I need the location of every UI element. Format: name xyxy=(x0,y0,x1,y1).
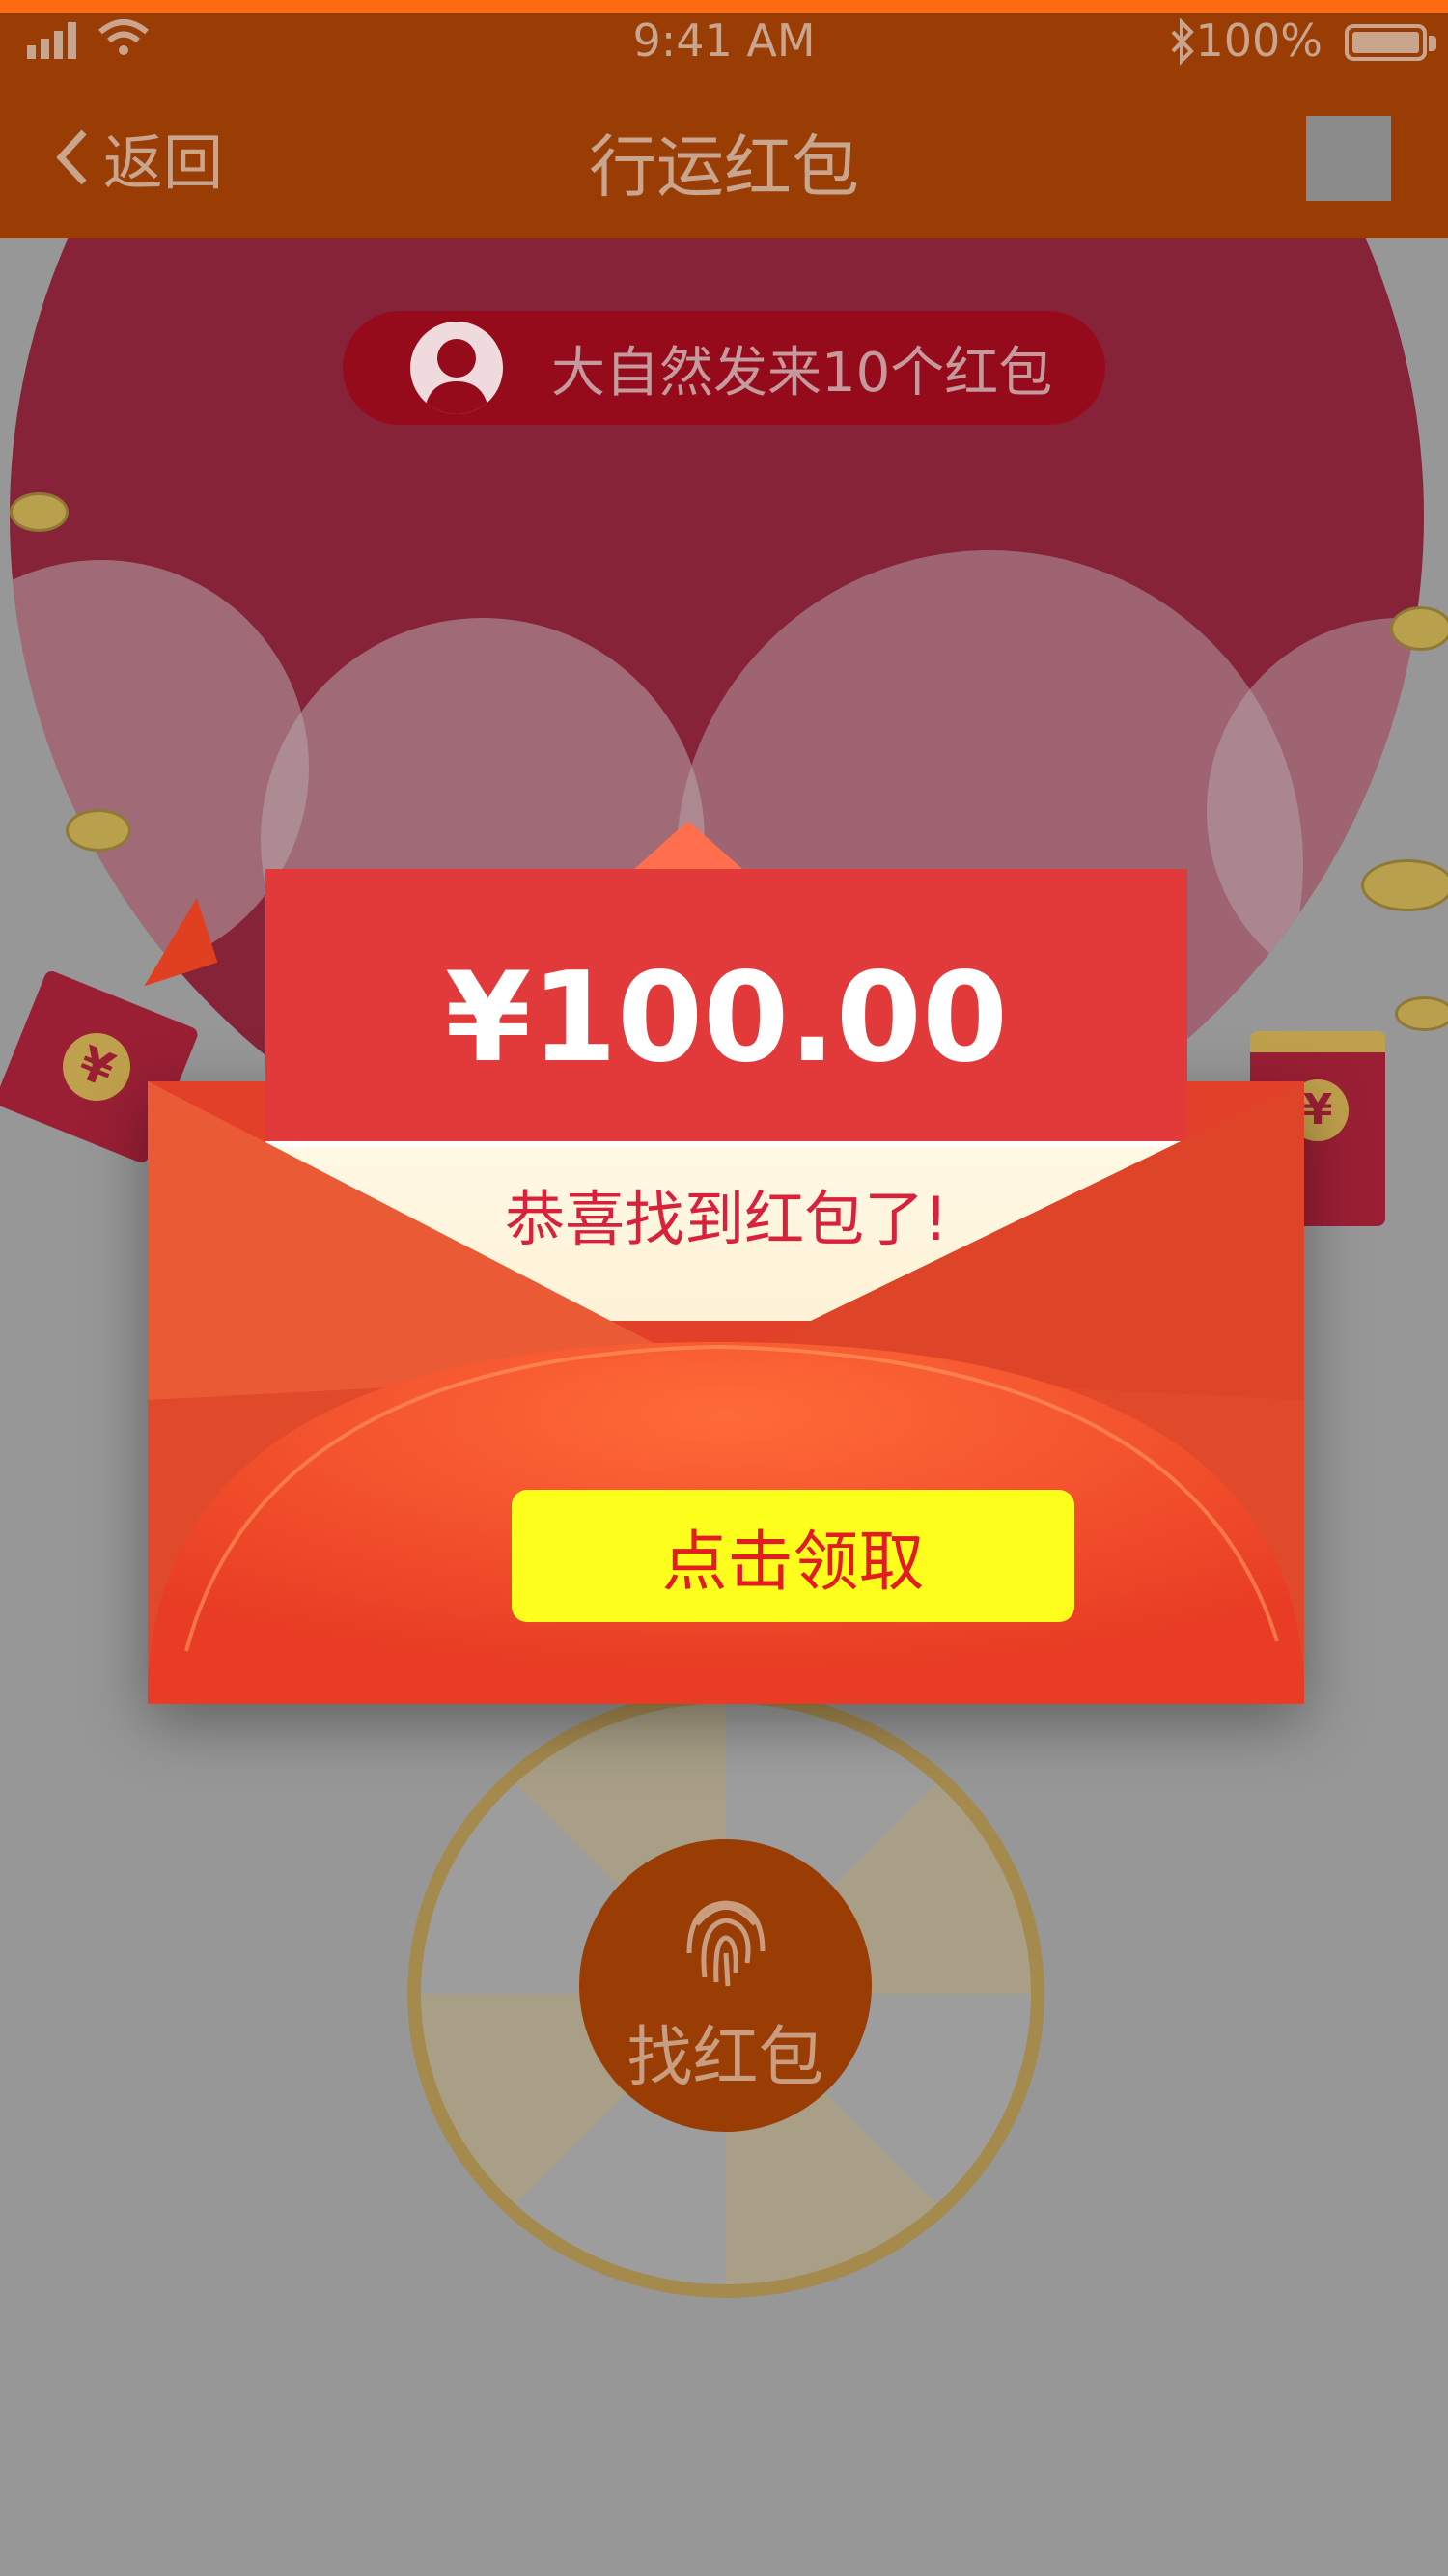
user-avatar-icon xyxy=(424,339,489,414)
bluetooth-icon xyxy=(1171,18,1194,66)
battery-nub xyxy=(1429,36,1436,51)
battery-icon xyxy=(1345,24,1427,61)
sender-pill: 大自然发来10个红包 xyxy=(343,311,1105,425)
coin-icon xyxy=(1395,996,1448,1031)
coin-icon xyxy=(1361,859,1448,911)
sender-message: 大自然发来10个红包 xyxy=(551,341,1053,405)
battery-percent: 100% xyxy=(1195,14,1323,67)
red-envelope-modal: ¥100.00 恭喜找到红包了! 点击领取 xyxy=(148,821,1304,1704)
status-bar: 9:41 AM 100% xyxy=(0,13,1448,72)
fingerprint-icon xyxy=(686,1900,766,1987)
claim-button[interactable]: 点击领取 xyxy=(512,1490,1074,1622)
congrats-message: 恭喜找到红包了! xyxy=(505,1184,948,1254)
page-title: 行运红包 xyxy=(589,127,859,207)
nav-bar: 返回 行运红包 xyxy=(0,72,1448,238)
menu-button[interactable] xyxy=(1306,116,1391,201)
coin-icon xyxy=(1390,606,1448,651)
coin-icon xyxy=(66,809,131,852)
find-red-packet-button[interactable]: 找红包 xyxy=(579,1839,872,2132)
red-packet-amount: ¥100.00 xyxy=(445,946,1008,1090)
find-label: 找红包 xyxy=(627,2020,824,2096)
avatar xyxy=(410,322,503,414)
top-accent-bar xyxy=(0,0,1448,13)
coin-icon xyxy=(10,492,69,532)
